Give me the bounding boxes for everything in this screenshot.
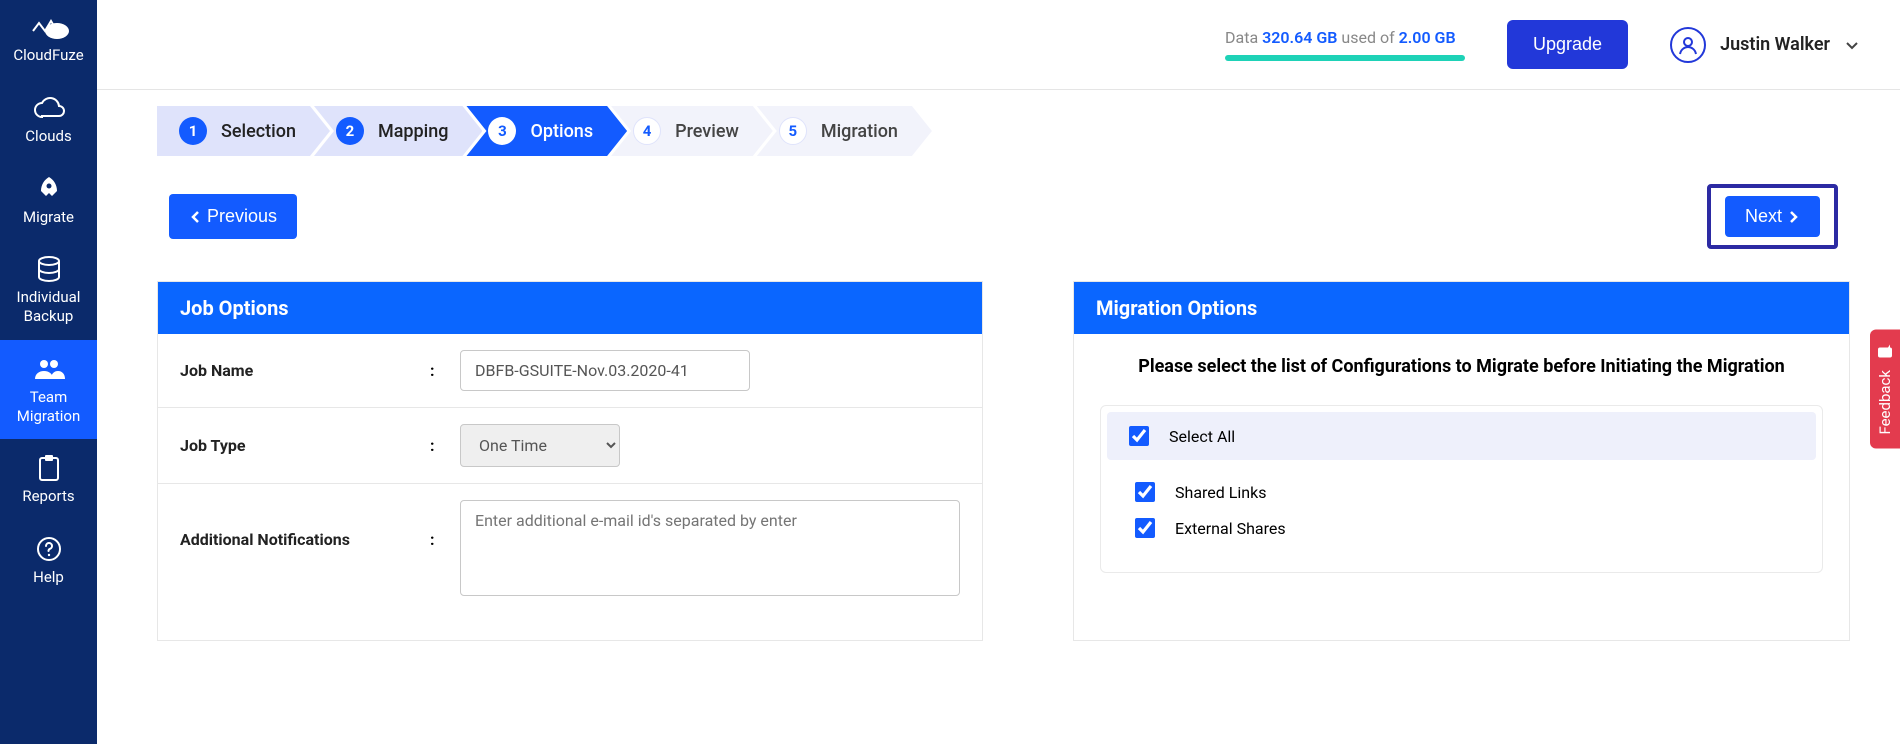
panel-title: Migration Options <box>1074 282 1849 334</box>
rocket-icon <box>0 174 97 204</box>
config-row-external-shares: External Shares <box>1101 510 1822 546</box>
data-prefix: Data <box>1225 28 1262 47</box>
colon: : <box>430 436 440 455</box>
data-usage-bar <box>1225 55 1465 61</box>
chevron-left-icon <box>189 210 201 224</box>
panel-title: Job Options <box>158 282 982 334</box>
sidebar-logo[interactable]: CloudFuze <box>0 0 97 79</box>
data-used: 320.64 GB <box>1262 28 1337 47</box>
job-options-panel: Job Options Job Name : Job Type : One Ti… <box>157 281 983 641</box>
team-icon <box>0 354 97 384</box>
job-type-row: Job Type : One Time <box>158 408 982 484</box>
sidebar-item-help[interactable]: Help <box>0 520 97 601</box>
job-name-label: Job Name <box>180 361 410 380</box>
sidebar-item-clouds[interactable]: Clouds <box>0 79 97 160</box>
sidebar-item-label: Help <box>0 568 97 587</box>
sidebar: CloudFuze Clouds Migrate Individual Back… <box>0 0 97 744</box>
select-all-label: Select All <box>1169 427 1235 446</box>
data-usage-text: Data 320.64 GB used of 2.00 GB <box>1225 28 1456 47</box>
select-all-checkbox[interactable] <box>1129 426 1149 446</box>
avatar-icon <box>1670 27 1706 63</box>
step-migration[interactable]: 5 Migration <box>757 106 932 156</box>
step-label: Preview <box>675 121 739 142</box>
data-middle: used of <box>1337 28 1398 47</box>
migration-options-panel: Migration Options Please select the list… <box>1073 281 1850 641</box>
step-label: Options <box>530 121 593 142</box>
select-all-row: Select All <box>1107 412 1816 460</box>
config-row-shared-links: Shared Links <box>1101 474 1822 510</box>
sidebar-item-reports[interactable]: Reports <box>0 439 97 520</box>
step-label: Selection <box>221 121 296 142</box>
config-label: Shared Links <box>1175 483 1266 502</box>
next-button[interactable]: Next <box>1725 196 1820 237</box>
chevron-down-icon <box>1844 37 1860 53</box>
colon: : <box>430 361 440 380</box>
step-selection[interactable]: 1 Selection <box>157 106 330 156</box>
step-label: Mapping <box>378 121 449 142</box>
sidebar-item-individual-backup[interactable]: Individual Backup <box>0 240 97 340</box>
content-columns: Job Options Job Name : Job Type : One Ti… <box>157 281 1850 641</box>
sidebar-item-migrate[interactable]: Migrate <box>0 160 97 241</box>
step-number: 4 <box>633 117 661 145</box>
shared-links-checkbox[interactable] <box>1135 482 1155 502</box>
sidebar-item-label: Team Migration <box>0 388 97 426</box>
help-icon <box>0 534 97 564</box>
previous-label: Previous <box>207 206 277 227</box>
job-name-row: Job Name : <box>158 334 982 408</box>
step-options[interactable]: 3 Options <box>466 106 627 156</box>
step-preview[interactable]: 4 Preview <box>611 106 773 156</box>
sidebar-item-label: Individual Backup <box>0 288 97 326</box>
notifications-input[interactable] <box>460 500 960 596</box>
topbar: Data 320.64 GB used of 2.00 GB Upgrade J… <box>97 0 1900 90</box>
sidebar-item-label: Reports <box>0 487 97 506</box>
profile-name: Justin Walker <box>1720 34 1830 55</box>
config-label: External Shares <box>1175 519 1286 538</box>
job-name-input[interactable] <box>460 350 750 391</box>
notifications-row: Additional Notifications : <box>158 484 982 640</box>
data-usage: Data 320.64 GB used of 2.00 GB <box>1225 28 1465 61</box>
wizard-nav: Previous Next <box>157 184 1850 249</box>
feedback-label: Feedback <box>1876 370 1894 435</box>
stepper: 1 Selection 2 Mapping 3 Options 4 Previe… <box>157 106 1850 156</box>
job-type-label: Job Type <box>180 436 410 455</box>
cloud-icon <box>0 93 97 123</box>
next-label: Next <box>1745 206 1782 227</box>
step-number: 2 <box>336 117 364 145</box>
sidebar-item-team-migration[interactable]: Team Migration <box>0 340 97 440</box>
step-label: Migration <box>821 121 898 142</box>
sidebar-item-label: Clouds <box>0 127 97 146</box>
feedback-tab[interactable]: Feedback <box>1870 330 1900 449</box>
step-mapping[interactable]: 2 Mapping <box>314 106 483 156</box>
step-number: 1 <box>179 117 207 145</box>
database-icon <box>0 254 97 284</box>
main: 1 Selection 2 Mapping 3 Options 4 Previe… <box>97 90 1900 744</box>
config-list: Select All Shared Links External Shares <box>1100 405 1823 573</box>
sidebar-item-label: CloudFuze <box>0 46 97 65</box>
migration-prompt: Please select the list of Configurations… <box>1100 356 1823 377</box>
sidebar-item-label: Migrate <box>0 208 97 227</box>
step-number: 5 <box>779 117 807 145</box>
chat-icon <box>1876 344 1894 360</box>
profile-menu[interactable]: Justin Walker <box>1670 27 1860 63</box>
external-shares-checkbox[interactable] <box>1135 518 1155 538</box>
step-number: 3 <box>488 117 516 145</box>
cloudfuze-logo-icon <box>0 12 97 42</box>
job-type-select[interactable]: One Time <box>460 424 620 467</box>
previous-button[interactable]: Previous <box>169 194 297 239</box>
next-highlight: Next <box>1707 184 1838 249</box>
data-limit: 2.00 GB <box>1399 28 1456 47</box>
colon: : <box>430 500 440 549</box>
upgrade-button[interactable]: Upgrade <box>1507 20 1628 69</box>
chevron-right-icon <box>1788 210 1800 224</box>
clipboard-icon <box>0 453 97 483</box>
notifications-label: Additional Notifications <box>180 500 410 549</box>
